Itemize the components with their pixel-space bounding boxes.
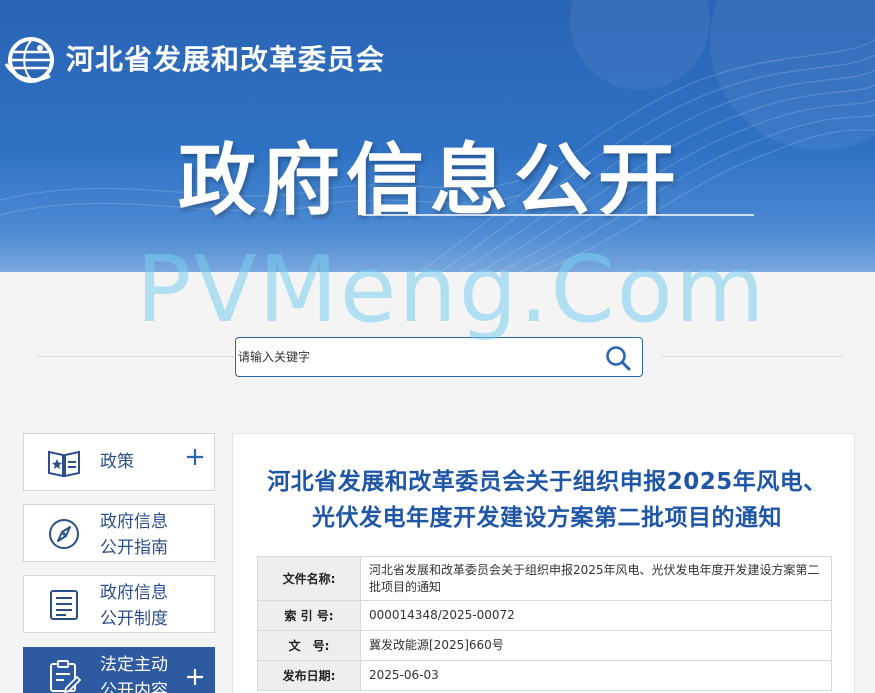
meta-key: 文件名称: bbox=[257, 556, 361, 601]
globe-logo-icon[interactable] bbox=[4, 34, 58, 86]
meta-key: 索 引 号: bbox=[257, 600, 361, 631]
sidebar-item-disclosure-system[interactable]: 政府信息 公开制度 bbox=[23, 575, 215, 633]
sidebar-item-label: 公开内容 bbox=[100, 681, 168, 693]
expand-plus-icon[interactable] bbox=[186, 668, 204, 686]
sidebar-item-label: 政府信息 bbox=[100, 512, 168, 532]
org-name: 河北省发展和改革委员会 bbox=[66, 43, 386, 76]
sidebar-item-policy[interactable]: 政策 bbox=[23, 433, 215, 491]
sidebar-item-statutory-disclosure[interactable]: 法定主动 公开内容 bbox=[23, 647, 215, 693]
compass-icon bbox=[49, 519, 79, 549]
article-meta-table: 文件名称: 河北省发展和改革委员会关于组织申报2025年风电、光伏发电年度开发建… bbox=[257, 556, 832, 691]
policy-book-icon bbox=[48, 450, 80, 478]
search-box bbox=[235, 337, 643, 377]
table-row: 发布日期: 2025-06-03 bbox=[257, 660, 832, 691]
title-underline bbox=[362, 214, 754, 216]
expand-plus-icon[interactable] bbox=[186, 448, 204, 466]
meta-value: 河北省发展和改革委员会关于组织申报2025年风电、光伏发电年度开发建设方案第二批… bbox=[360, 556, 832, 601]
search-divider-right bbox=[662, 356, 844, 357]
sidebar-item-label: 政策 bbox=[100, 452, 134, 472]
sidebar-item-label: 公开制度 bbox=[100, 609, 168, 629]
meta-value: 冀发改能源[2025]660号 bbox=[360, 630, 832, 661]
meta-value: 2025-06-03 bbox=[360, 660, 832, 691]
article-panel: 河北省发展和改革委员会关于组织申报2025年风电、光伏发电年度开发建设方案第二批… bbox=[232, 433, 855, 693]
table-row: 文件名称: 河北省发展和改革委员会关于组织申报2025年风电、光伏发电年度开发建… bbox=[257, 556, 832, 601]
meta-value: 000014348/2025-00072 bbox=[360, 600, 832, 631]
search-divider-left bbox=[36, 356, 234, 357]
sidebar-item-disclosure-guide[interactable]: 政府信息 公开指南 bbox=[23, 504, 215, 562]
sidebar-item-label: 法定主动 bbox=[100, 655, 168, 675]
edit-document-icon bbox=[50, 660, 82, 693]
meta-key: 文 号: bbox=[257, 630, 361, 661]
list-document-icon bbox=[50, 590, 78, 620]
search-icon[interactable] bbox=[604, 344, 632, 372]
table-row: 索 引 号: 000014348/2025-00072 bbox=[257, 600, 832, 631]
article-title: 河北省发展和改革委员会关于组织申报2025年风电、光伏发电年度开发建设方案第二批… bbox=[267, 469, 827, 531]
search-input[interactable] bbox=[236, 338, 596, 376]
header-banner: 河北省发展和改革委员会 政府信息公开 bbox=[0, 0, 875, 272]
meta-key: 发布日期: bbox=[257, 660, 361, 691]
table-row: 文 号: 冀发改能源[2025]660号 bbox=[257, 630, 832, 661]
sidebar-item-label: 公开指南 bbox=[100, 538, 168, 558]
sidebar-item-label: 政府信息 bbox=[100, 583, 168, 603]
